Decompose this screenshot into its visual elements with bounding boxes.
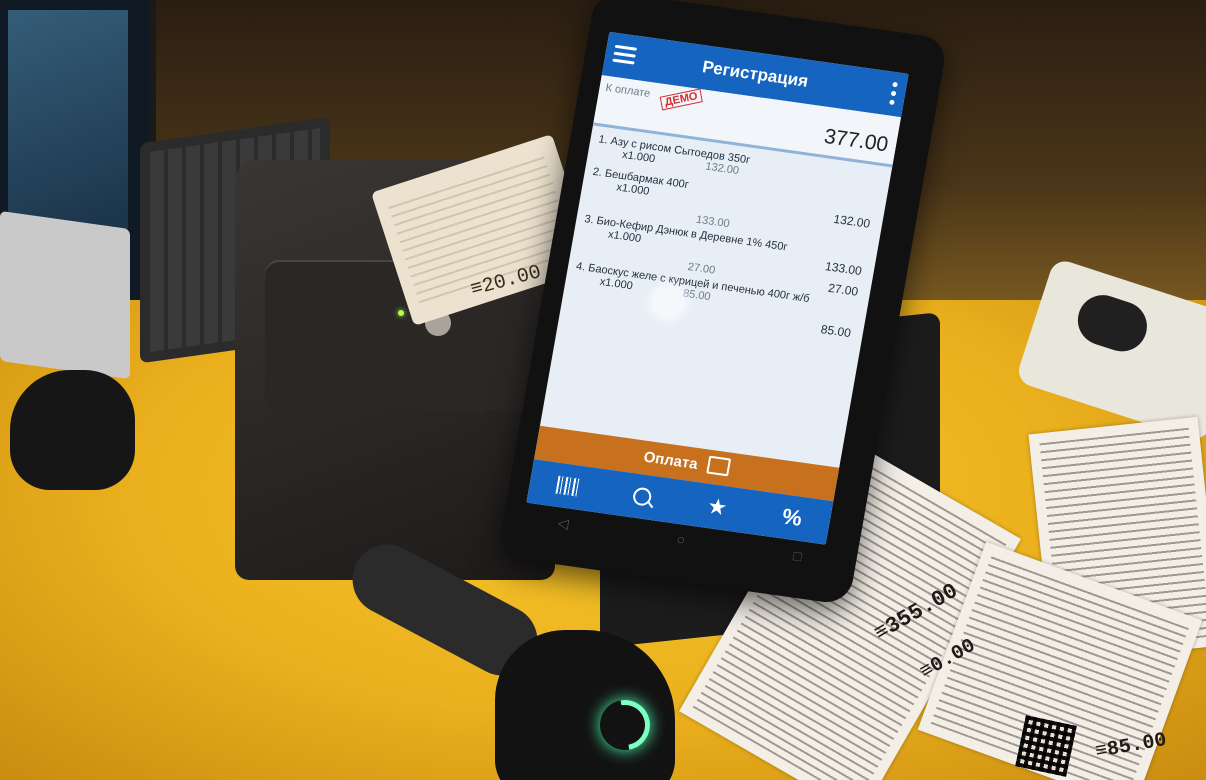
recents-icon[interactable]: □ (789, 547, 803, 578)
pay-button-label: Оплата (642, 448, 699, 474)
back-icon[interactable]: ◁ (554, 514, 570, 545)
item-sum: 85.00 (819, 322, 852, 341)
home-icon[interactable]: ○ (673, 531, 686, 562)
laptop (0, 210, 130, 380)
pos-app-screen: Регистрация К оплате ДЕМО 377.00 1. Азу … (526, 31, 909, 545)
star-icon: ★ (705, 493, 730, 521)
search-button[interactable] (601, 470, 683, 524)
to-pay-label: К оплате (604, 81, 652, 100)
barcode-button[interactable] (526, 459, 608, 513)
qr-code (1015, 715, 1077, 777)
printer-led (398, 310, 404, 316)
computer-mouse (10, 370, 135, 490)
cash-register-icon (706, 455, 732, 477)
photo-scene: ≡20.00 ≡355.00 ≡0.00 ≡85.00 Регистрация … (0, 0, 1206, 780)
total-amount: 377.00 (822, 124, 890, 157)
barcode-icon (555, 475, 581, 497)
item-price: 27.00 (686, 260, 717, 277)
receipt-items: 1. Азу с рисом Сытоедов 350г x1.000 132.… (562, 128, 892, 344)
demo-stamp: ДЕМО (659, 88, 703, 111)
favorites-button[interactable]: ★ (676, 480, 758, 534)
scanner-head (495, 630, 675, 780)
percent-icon: % (780, 503, 805, 531)
item-price: 133.00 (695, 213, 731, 231)
tablet: Регистрация К оплате ДЕМО 377.00 1. Азу … (496, 0, 949, 606)
tablet-wrap: Регистрация К оплате ДЕМО 377.00 1. Азу … (496, 0, 949, 620)
discount-button[interactable]: % (751, 491, 833, 545)
search-icon (631, 486, 653, 507)
monitor-screen (8, 10, 128, 230)
item-sum: 27.00 (827, 280, 860, 299)
